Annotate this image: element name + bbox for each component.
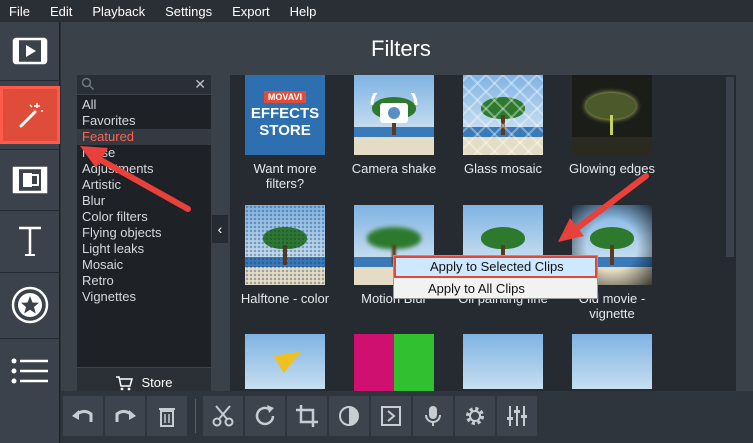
cart-icon xyxy=(116,375,134,390)
row3-thumbnail-3 xyxy=(463,334,543,397)
record-audio-button[interactable] xyxy=(413,396,453,436)
stickers-button[interactable] xyxy=(0,276,60,334)
filters-button[interactable] xyxy=(0,86,60,144)
menu-edit[interactable]: Edit xyxy=(40,4,82,19)
menu-export[interactable]: Export xyxy=(222,4,280,19)
category-favorites[interactable]: Favorites xyxy=(77,113,211,129)
category-featured[interactable]: Featured xyxy=(77,129,211,145)
crop-button[interactable] xyxy=(287,396,327,436)
context-menu: Apply to Selected Clips Apply to All Cli… xyxy=(393,255,598,299)
filter-label: Glass mosaic xyxy=(463,161,543,176)
filter-tile-row3-2[interactable] xyxy=(354,334,434,397)
rotate-button[interactable] xyxy=(245,396,285,436)
category-vignettes[interactable]: Vignettes xyxy=(77,289,211,305)
category-color-filters[interactable]: Color filters xyxy=(77,209,211,225)
filter-label: Camera shake xyxy=(351,161,437,176)
filter-tile-glass-mosaic[interactable]: Glass mosaic xyxy=(463,75,543,176)
equalizer-button[interactable] xyxy=(497,396,537,436)
rotate-icon xyxy=(255,405,275,426)
settings-button[interactable] xyxy=(455,396,495,436)
category-artistic[interactable]: Artistic xyxy=(77,177,211,193)
search-icon xyxy=(81,77,95,91)
import-icon xyxy=(12,37,48,65)
filters-grid: MOVAVI EFFECTS STORE Want more filters? … xyxy=(230,75,736,397)
apply-selected-clips-item[interactable]: Apply to Selected Clips xyxy=(394,256,597,278)
camera-thumbnail xyxy=(354,75,434,155)
store-button-label: Store xyxy=(141,375,173,390)
filter-label: Glowing edges xyxy=(569,161,655,176)
category-all[interactable]: All xyxy=(77,97,211,113)
crop-icon xyxy=(296,405,318,427)
menu-help[interactable]: Help xyxy=(280,4,327,19)
undo-icon xyxy=(72,409,93,422)
collapse-categories-button[interactable]: ‹ xyxy=(212,215,228,243)
menu-settings[interactable]: Settings xyxy=(155,4,222,19)
store-thumb-brand: MOVAVI xyxy=(263,91,307,103)
category-noise[interactable]: Noise xyxy=(77,145,211,161)
category-list: All Favorites Featured Noise Adjustments… xyxy=(77,97,211,305)
cut-icon xyxy=(212,405,234,427)
glass-mosaic-thumbnail xyxy=(463,75,543,155)
category-light-leaks[interactable]: Light leaks xyxy=(77,241,211,257)
category-retro[interactable]: Retro xyxy=(77,273,211,289)
search-input[interactable]: ✕ xyxy=(77,75,211,95)
camera-icon xyxy=(370,93,418,123)
filter-tile-camera-shake[interactable]: Camera shake xyxy=(352,75,436,176)
filters-panel: Filters ✕ All Favorites Featured Noise A… xyxy=(61,22,753,397)
filter-tile-halftone[interactable]: Halftone - color xyxy=(241,205,329,306)
category-blur[interactable]: Blur xyxy=(77,193,211,209)
stickers-star-icon xyxy=(11,286,49,324)
titles-button[interactable] xyxy=(0,212,60,270)
apply-all-clips-item[interactable]: Apply to All Clips xyxy=(394,278,597,300)
delete-icon xyxy=(159,408,175,427)
category-mosaic[interactable]: Mosaic xyxy=(77,257,211,273)
redo-button[interactable] xyxy=(105,396,145,436)
filter-tile-row3-4[interactable] xyxy=(572,334,652,397)
undo-button[interactable] xyxy=(63,396,103,436)
filter-tile-row3-3[interactable] xyxy=(463,334,543,397)
more-tools-button[interactable] xyxy=(0,342,60,400)
menu-playback[interactable]: Playback xyxy=(82,4,155,19)
menu-list-icon xyxy=(11,358,48,384)
store-thumbnail: MOVAVI EFFECTS STORE xyxy=(245,75,325,155)
filter-tile-row3-1[interactable] xyxy=(245,334,325,397)
row3-thumbnail-4 xyxy=(572,334,652,397)
settings-gear-icon xyxy=(466,407,484,425)
glowing-edges-thumbnail xyxy=(572,75,652,155)
filters-wand-icon xyxy=(19,103,43,128)
clip-properties-icon xyxy=(381,406,401,426)
color-adjust-button[interactable] xyxy=(329,396,369,436)
transitions-button[interactable] xyxy=(0,151,60,209)
color-adjust-icon xyxy=(339,406,359,426)
equalizer-icon xyxy=(507,406,527,426)
grid-scrollbar[interactable] xyxy=(726,77,734,257)
filter-label: Halftone - color xyxy=(240,291,330,306)
category-flying-objects[interactable]: Flying objects xyxy=(77,225,211,241)
color-split-thumbnail xyxy=(354,334,434,397)
delete-button[interactable] xyxy=(147,396,187,436)
cut-button[interactable] xyxy=(203,396,243,436)
category-adjustments[interactable]: Adjustments xyxy=(77,161,211,177)
halftone-thumbnail xyxy=(245,205,325,285)
chevron-left-icon: ‹ xyxy=(217,221,223,237)
category-box: ✕ All Favorites Featured Noise Adjustmen… xyxy=(77,75,211,397)
left-sidebar xyxy=(0,22,60,443)
panel-title: Filters xyxy=(371,36,431,61)
menu-file[interactable]: File xyxy=(0,4,40,19)
menu-bar: File Edit Playback Settings Export Help xyxy=(0,0,753,22)
store-thumb-line-2: STORE xyxy=(259,122,311,139)
redo-icon xyxy=(115,409,136,422)
transitions-icon xyxy=(12,166,48,194)
import-button[interactable] xyxy=(0,22,60,80)
filter-label: Want more filters? xyxy=(253,161,317,191)
clip-properties-button[interactable] xyxy=(371,396,411,436)
clear-search-icon[interactable]: ✕ xyxy=(194,76,206,93)
titles-icon xyxy=(19,226,41,256)
record-audio-icon xyxy=(425,406,441,426)
flying-objects-thumbnail xyxy=(245,334,325,397)
bottom-toolbar xyxy=(61,391,753,443)
filter-tile-store[interactable]: MOVAVI EFFECTS STORE Want more filters? xyxy=(245,75,325,191)
store-thumb-line-1: EFFECTS xyxy=(250,105,320,122)
filter-tile-glowing-edges[interactable]: Glowing edges xyxy=(569,75,655,176)
